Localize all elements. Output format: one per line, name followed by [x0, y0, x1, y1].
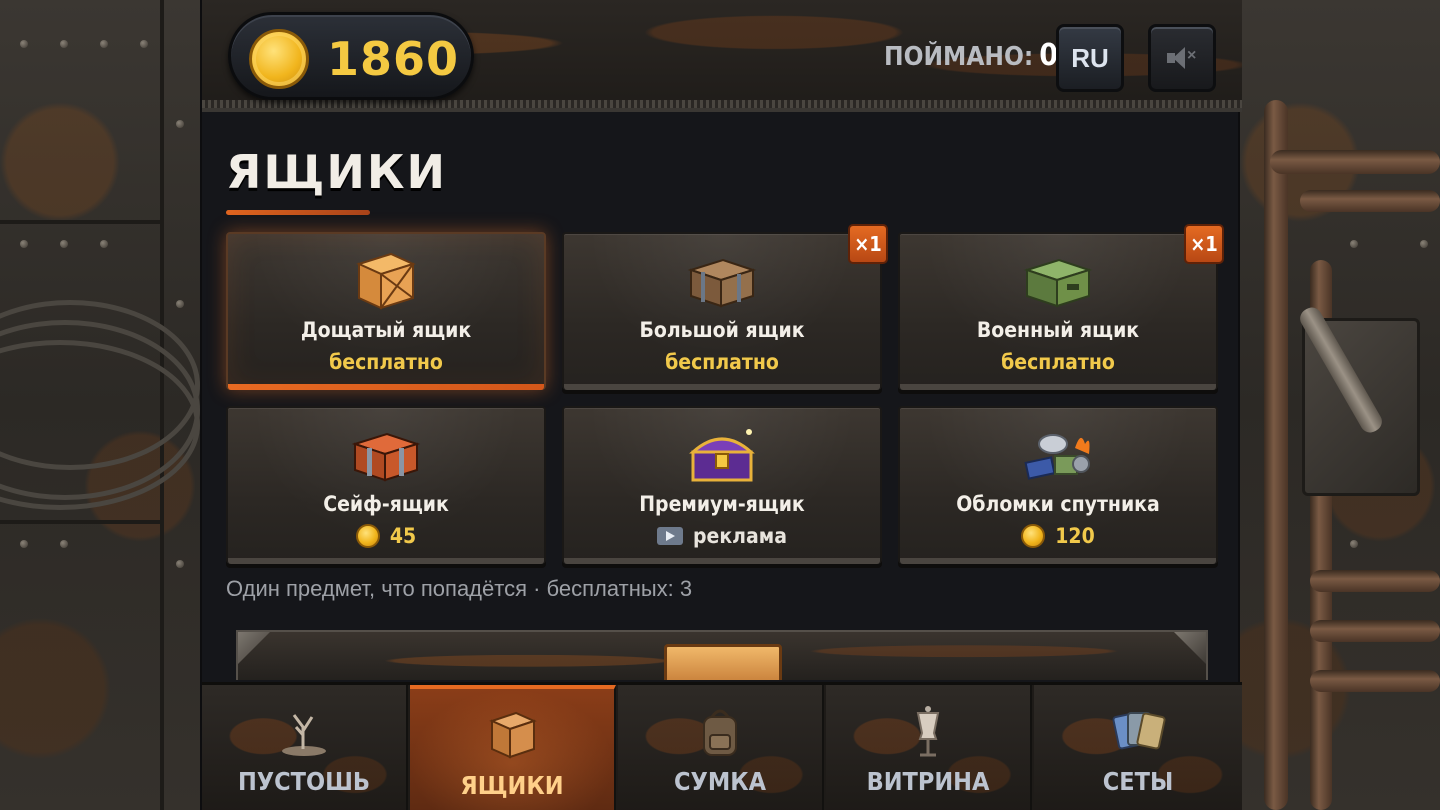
backpack-icon	[703, 709, 737, 756]
caught-counter: ПОЙМАНО: 0	[884, 34, 1058, 78]
card-bar	[564, 384, 880, 390]
cards-icon	[1112, 712, 1166, 750]
box-card-wooden[interactable]: Дощатый ящик бесплатно	[226, 232, 546, 390]
box-price: бесплатно	[900, 350, 1216, 374]
box-price: 45	[228, 524, 544, 548]
tab-crates[interactable]: ЯЩИКИ	[410, 685, 616, 810]
top-bar: 1860 ПОЙМАНО: 0 RU ×	[202, 0, 1242, 112]
bottom-nav: ПУСТОШЬ ЯЩИКИ СУМКА ВИТРИНА СЕТЫ	[202, 682, 1242, 810]
box-name: Дощатый ящик	[300, 318, 472, 342]
box-card-premium[interactable]: Премиум-ящик реклама	[562, 406, 882, 564]
box-price: бесплатно	[228, 350, 544, 374]
big-crate-icon	[687, 258, 757, 308]
section-title: ЯЩИКИ	[226, 145, 447, 199]
tab-label: СЕТЫ	[1102, 767, 1174, 796]
box-price-text: 120	[1055, 524, 1095, 548]
card-bar	[900, 558, 1216, 564]
box-name: Большой ящик	[639, 318, 805, 342]
box-price-text: бесплатно	[1001, 350, 1115, 374]
box-name: Сейф-ящик	[323, 492, 449, 516]
preview-crate-icon[interactable]	[664, 644, 782, 680]
card-bar	[900, 384, 1216, 390]
box-price: 120	[900, 524, 1216, 548]
tab-label: СУМКА	[673, 767, 767, 796]
crate-preview-panel	[236, 630, 1208, 680]
box-price: бесплатно	[564, 350, 880, 374]
box-price-text: бесплатно	[329, 350, 443, 374]
tab-label: ПУСТОШЬ	[237, 767, 371, 796]
caught-label: ПОЙМАНО:	[884, 42, 1034, 72]
tab-bag[interactable]: СУМКА	[618, 685, 824, 810]
language-button[interactable]: RU	[1056, 24, 1124, 92]
sound-toggle-button[interactable]: ×	[1148, 24, 1216, 92]
coin-icon	[355, 524, 380, 548]
satellite-debris-icon	[1024, 434, 1090, 480]
corner-bracket	[238, 632, 270, 664]
corner-bracket	[1174, 632, 1206, 664]
box-name: Военный ящик	[976, 318, 1140, 342]
title-underline	[226, 210, 370, 215]
tab-label: ЯЩИКИ	[460, 771, 564, 800]
card-bar	[228, 558, 544, 564]
box-price-text: 45	[389, 524, 417, 548]
coin-count: 1860	[327, 32, 460, 86]
count-badge: ×1	[1184, 224, 1224, 264]
tab-showcase[interactable]: ВИТРИНА	[826, 685, 1032, 810]
coin-icon	[249, 29, 309, 89]
top-bar-stripe	[202, 100, 1242, 108]
box-card-big[interactable]: Большой ящик бесплатно ×1	[562, 224, 888, 390]
box-price-text: реклама	[693, 524, 787, 548]
safe-crate-icon	[351, 432, 421, 482]
dead-tree-icon	[282, 714, 326, 756]
main-panel: 1860 ПОЙМАНО: 0 RU × ЯЩИКИ Дощатый ящик б…	[200, 0, 1242, 810]
box-price: реклама	[564, 524, 880, 548]
crate-icon	[489, 711, 537, 759]
box-name: Премиум-ящик	[639, 492, 805, 516]
box-grid: Дощатый ящик бесплатно Большой ящик бесп…	[226, 224, 1224, 568]
count-badge: ×1	[848, 224, 888, 264]
tab-label: ВИТРИНА	[866, 767, 990, 796]
box-price-text: бесплатно	[665, 350, 779, 374]
left-metal-wall	[0, 0, 200, 810]
speaker-muted-icon: ×	[1165, 45, 1199, 71]
box-card-satellite[interactable]: Обломки спутника 120	[898, 406, 1218, 564]
military-crate-icon	[1023, 258, 1093, 308]
premium-chest-icon	[689, 429, 755, 482]
wooden-crate-icon	[356, 252, 416, 310]
mannequin-icon	[916, 706, 940, 757]
tab-wasteland[interactable]: ПУСТОШЬ	[202, 685, 408, 810]
hint-text: Один предмет, что попадётся · бесплатных…	[226, 576, 693, 601]
tab-sets[interactable]: СЕТЫ	[1034, 685, 1242, 810]
selection-bar	[228, 384, 544, 390]
card-bar	[564, 558, 880, 564]
coin-balance: 1860	[228, 12, 474, 100]
box-card-safe[interactable]: Сейф-ящик 45	[226, 406, 546, 564]
box-card-military[interactable]: Военный ящик бесплатно ×1	[898, 224, 1224, 390]
box-name: Обломки спутника	[956, 492, 1160, 516]
coin-icon	[1021, 524, 1046, 548]
video-ad-icon	[657, 527, 684, 545]
